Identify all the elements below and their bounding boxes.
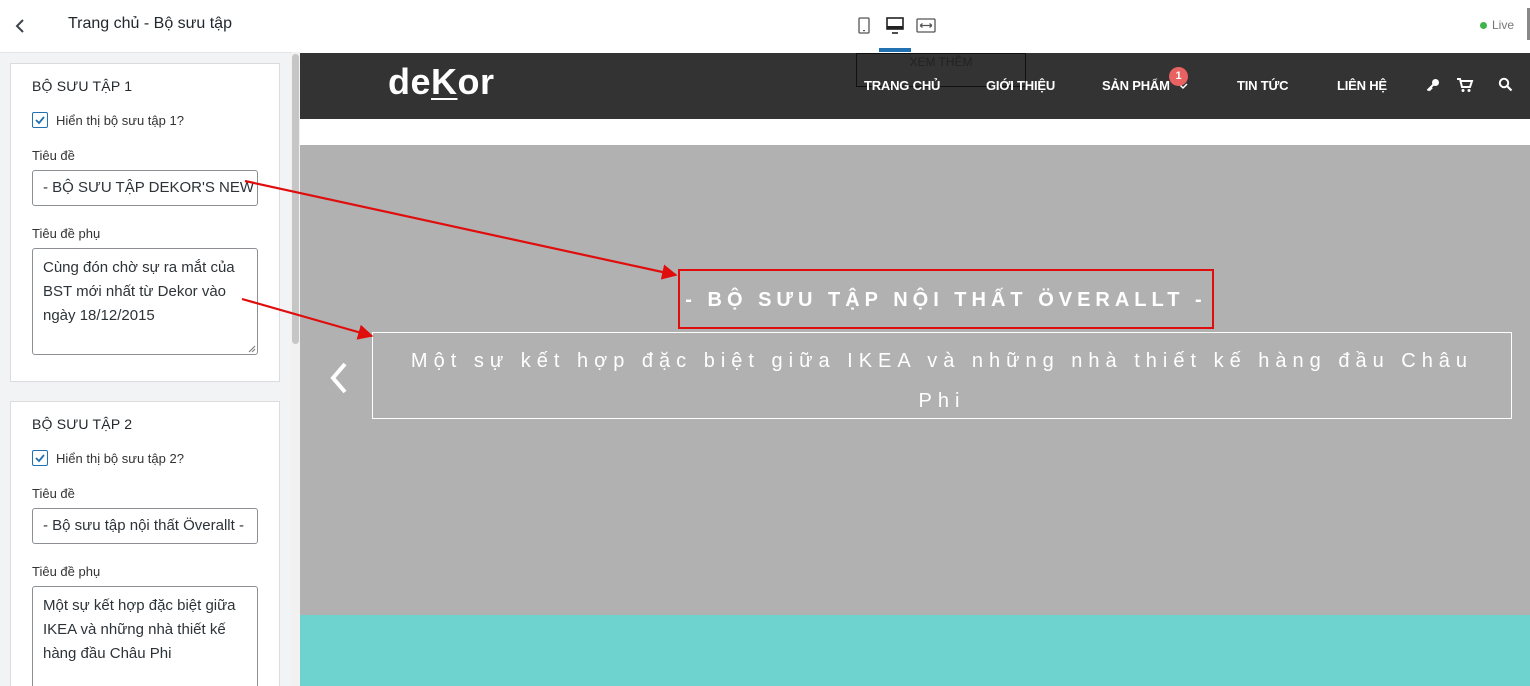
show-collection-1-checkbox[interactable]	[32, 112, 48, 128]
tablet-icon	[858, 17, 870, 34]
collection-2-section: BỘ SƯU TẬP 2 Hiển thị bộ sưu tập 2? Tiêu…	[10, 401, 280, 686]
live-label: Live	[1491, 18, 1514, 32]
title-label: Tiêu đề	[32, 148, 75, 163]
show-collection-2-label: Hiển thị bộ sưu tập 2?	[56, 451, 184, 466]
title-label: Tiêu đề	[32, 486, 75, 501]
logo-part: or	[457, 61, 495, 102]
banner-subtitle-highlight: Một sự kết hợp đặc biệt giữa IKEA và nhữ…	[372, 332, 1512, 419]
show-collection-2-checkbox[interactable]	[32, 450, 48, 466]
desktop-view-button[interactable]	[884, 14, 906, 38]
subtitle-text: Cùng đón chờ sự ra mắt của BST mới nhất …	[43, 259, 235, 324]
nav-item-lien-he[interactable]: LIÊN HỆ	[1337, 78, 1387, 93]
section-heading: BỘ SƯU TẬP 1	[32, 78, 133, 94]
live-dot-icon	[1479, 22, 1487, 30]
nav-item-trang-chu[interactable]: TRANG CHỦ	[864, 78, 940, 93]
chevron-left-icon	[330, 362, 347, 394]
slider-prev-button[interactable]	[328, 361, 350, 395]
collection-1-section: BỘ SƯU TẬP 1 Hiển thị bộ sưu tập 1? Tiêu…	[10, 63, 280, 382]
checkmark-icon	[35, 454, 45, 463]
title-input[interactable]: - Bộ sưu tập nội thất Överallt -	[32, 508, 258, 544]
desktop-icon	[886, 17, 904, 34]
show-collection-1-label: Hiển thị bộ sưu tập 1?	[56, 113, 184, 128]
sidebar-scrollbar[interactable]	[291, 52, 300, 686]
teal-section	[300, 615, 1530, 686]
chevron-left-icon	[15, 19, 24, 33]
active-device-indicator	[879, 48, 911, 52]
nav-item-san-pham[interactable]: SẢN PHẨM	[1102, 78, 1170, 93]
sidebar-title: Trang chủ - Bộ sưu tập	[68, 15, 232, 32]
banner-subtitle: Một sự kết hợp đặc biệt giữa IKEA và nhữ…	[410, 350, 1474, 412]
nav-item-tin-tuc[interactable]: TIN TỨC	[1237, 78, 1288, 93]
site-logo[interactable]: deKor	[388, 61, 495, 103]
nav-item-gioi-thieu[interactable]: GIỚI THIỆU	[986, 78, 1055, 93]
title-input[interactable]: - BỘ SƯU TẬP DEKOR'S NEW	[32, 170, 258, 206]
back-button[interactable]	[8, 12, 34, 40]
subtitle-text: Một sự kết hợp đặc biệt giữa IKEA và nhữ…	[43, 597, 236, 662]
subtitle-label: Tiêu đề phụ	[32, 226, 101, 241]
collection-banner: - BỘ SƯU TẬP NỘI THẤT ÖVERALLT - Một sự …	[300, 145, 1530, 615]
device-toolbar: Live	[300, 0, 1530, 52]
key-icon[interactable]	[1425, 77, 1441, 93]
logo-part: K	[431, 61, 458, 102]
subtitle-textarea[interactable]: Cùng đón chờ sự ra mắt của BST mới nhất …	[32, 248, 258, 355]
tablet-view-button[interactable]	[853, 14, 875, 38]
resize-handle-icon[interactable]	[248, 345, 256, 353]
banner-title: - BỘ SƯU TẬP NỘI THẤT ÖVERALLT -	[685, 289, 1207, 311]
section-heading: BỘ SƯU TẬP 2	[32, 416, 133, 432]
scrollbar-thumb[interactable]	[292, 54, 299, 344]
logo-part: de	[388, 61, 432, 102]
subtitle-textarea[interactable]: Một sự kết hợp đặc biệt giữa IKEA và nhữ…	[32, 586, 258, 686]
subtitle-label: Tiêu đề phụ	[32, 564, 101, 579]
fullwidth-icon	[916, 18, 936, 33]
site-preview: Live XEM THÊM deKor TRANG CHỦ GIỚI THIỆU…	[300, 0, 1530, 686]
banner-title-highlight: - BỘ SƯU TẬP NỘI THẤT ÖVERALLT -	[678, 269, 1214, 329]
checkmark-icon	[35, 116, 45, 125]
live-status: Live	[1479, 18, 1514, 32]
search-icon[interactable]	[1498, 77, 1513, 92]
customizer-sidebar: Trang chủ - Bộ sưu tập BỘ SƯU TẬP 1 Hiển…	[0, 0, 301, 686]
sidebar-header: Trang chủ - Bộ sưu tập	[0, 0, 300, 53]
cart-count-badge: 1	[1169, 67, 1188, 86]
cart-icon[interactable]	[1456, 77, 1474, 93]
site-header: XEM THÊM deKor TRANG CHỦ GIỚI THIỆU SẢN …	[300, 53, 1530, 119]
fullwidth-view-button[interactable]	[915, 14, 937, 38]
